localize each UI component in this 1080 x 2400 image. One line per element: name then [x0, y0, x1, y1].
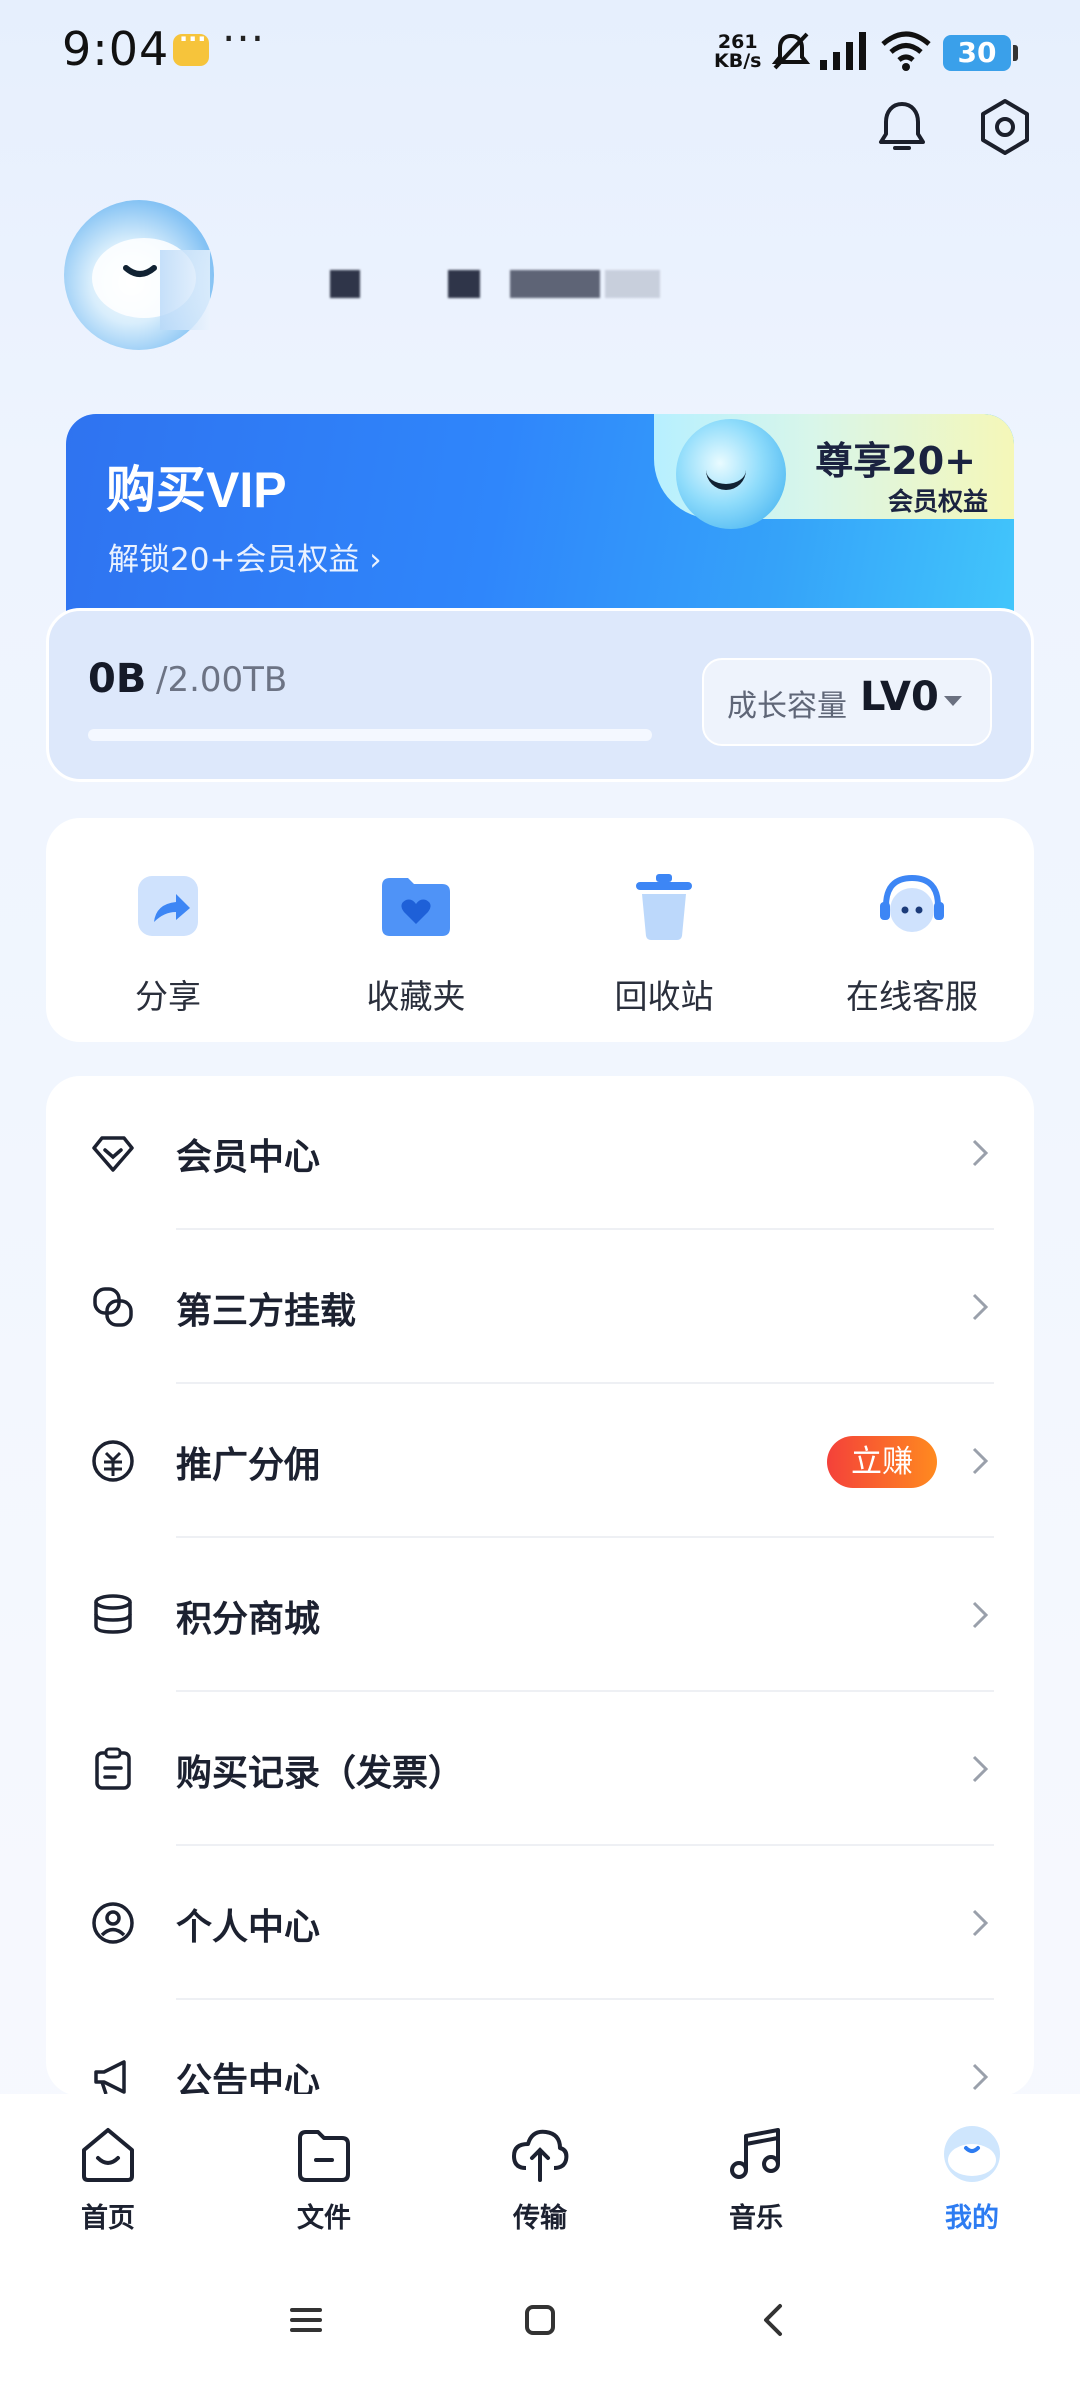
menu-item-affiliate[interactable]: 推广分佣 立赚	[46, 1384, 1034, 1538]
username-redacted	[605, 270, 660, 298]
menu-item-personal-center[interactable]: 个人中心	[46, 1846, 1034, 2000]
nav-music[interactable]: 音乐	[686, 2122, 826, 2235]
growth-level-value: LV0	[860, 674, 939, 720]
tool-label: 收藏夹	[366, 977, 466, 1016]
nav-label: 我的	[945, 2203, 999, 2234]
storage-progress-bar	[88, 729, 652, 741]
network-speed: 261 KB/s	[714, 33, 761, 71]
tool-label: 在线客服	[846, 977, 978, 1016]
user-circle-icon	[92, 1902, 134, 1944]
vip-tag-main: 尊享20+	[815, 439, 976, 483]
chevron-right-icon	[972, 1139, 989, 1167]
tool-customer-service[interactable]: 在线客服	[812, 852, 1012, 1016]
menu-label: 推广分佣	[176, 1445, 321, 1486]
profile-mascot-icon	[944, 2126, 1000, 2182]
menu-item-vip-center[interactable]: 会员中心	[46, 1076, 1034, 1230]
nav-transfer[interactable]: 传输	[470, 2122, 610, 2235]
recycle-bin-icon	[636, 874, 692, 940]
network-speed-unit: KB/s	[714, 50, 762, 72]
username-blur-edge	[160, 250, 210, 330]
chevron-right-icon	[972, 1909, 989, 1937]
menu-label: 个人中心	[176, 1907, 321, 1948]
tool-label: 回收站	[614, 977, 714, 1016]
menu-label: 会员中心	[176, 1137, 321, 1178]
settings-icon[interactable]	[974, 96, 1036, 158]
chevron-right-icon	[972, 1755, 989, 1783]
username-redacted	[448, 270, 480, 298]
menu-label: 第三方挂载	[176, 1291, 357, 1332]
music-icon	[730, 2128, 780, 2179]
system-home-icon[interactable]	[520, 2300, 560, 2340]
username-redacted	[510, 270, 600, 298]
cloud-transfer-icon	[512, 2129, 569, 2182]
storage-total: /2.00TB	[156, 660, 288, 700]
clipboard-icon	[95, 1747, 131, 1790]
chevron-right-icon	[972, 1293, 989, 1321]
folder-icon	[298, 2130, 350, 2182]
caret-down-icon	[944, 696, 962, 706]
tool-favorites[interactable]: 收藏夹	[316, 852, 516, 1016]
menu-label: 积分商城	[176, 1599, 321, 1640]
nav-home[interactable]: 首页	[38, 2122, 178, 2235]
storage-used: 0B	[88, 656, 147, 702]
vip-subtitle[interactable]: 解锁20+会员权益 ›	[108, 534, 382, 579]
menu-item-purchase-records[interactable]: 购买记录（发票）	[46, 1692, 1034, 1846]
bell-icon[interactable]	[872, 96, 932, 156]
nav-files[interactable]: 文件	[254, 2122, 394, 2235]
chevron-right-icon	[972, 2063, 989, 2091]
message-notification-icon	[173, 25, 209, 66]
nav-label: 首页	[81, 2203, 135, 2234]
chevron-right-icon	[972, 1601, 989, 1629]
chevron-right-icon	[972, 1447, 989, 1475]
system-menu-icon[interactable]	[286, 2300, 326, 2340]
tool-share[interactable]: 分享	[68, 852, 268, 1016]
nav-label: 音乐	[729, 2203, 783, 2234]
link-icon	[93, 1287, 133, 1327]
battery-tip	[1013, 45, 1018, 61]
wifi-icon	[881, 31, 931, 71]
coin-icon	[92, 1440, 134, 1482]
signal-icon	[820, 32, 866, 70]
tool-recycle-bin[interactable]: 回收站	[564, 852, 764, 1016]
home-icon	[82, 2128, 134, 2182]
vip-title: 购买VIP	[106, 462, 287, 518]
growth-level-label: 成长容量	[727, 689, 847, 724]
nav-label: 传输	[513, 2203, 567, 2234]
coins-stack-icon	[94, 1594, 132, 1634]
nav-label: 文件	[297, 2203, 351, 2234]
share-icon	[138, 876, 198, 936]
mute-icon	[771, 32, 811, 70]
menu-item-points-mall[interactable]: 积分商城	[46, 1538, 1034, 1692]
vip-tag-sub: 会员权益	[887, 487, 988, 516]
system-back-icon[interactable]	[754, 2300, 794, 2340]
menu-item-third-party-mount[interactable]: 第三方挂载	[46, 1230, 1034, 1384]
diamond-icon	[92, 1136, 134, 1172]
tool-label: 分享	[135, 977, 201, 1016]
nav-me[interactable]: 我的	[902, 2122, 1042, 2235]
customer-service-icon	[880, 874, 944, 932]
menu-label: 购买记录（发票）	[176, 1753, 465, 1794]
battery-indicator: 30	[943, 35, 1011, 71]
status-time: 9:04	[62, 22, 170, 76]
more-notifications-indicator: ···	[222, 14, 266, 63]
earn-now-badge[interactable]: 立赚	[827, 1436, 937, 1488]
favorites-folder-icon	[382, 878, 450, 936]
username-redacted	[330, 270, 360, 298]
